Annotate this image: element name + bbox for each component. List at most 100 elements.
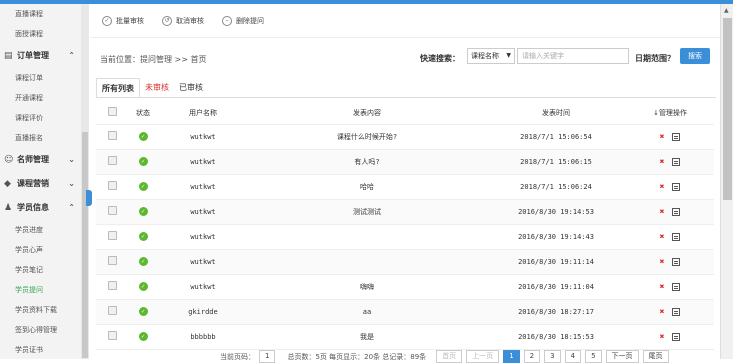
tab[interactable]: 已审核 [174,78,208,98]
table-row[interactable]: ✓ wutkwt 课程什么时候开始? 2018/7/1 15:06:54 ✖ [96,124,714,150]
users-icon: ☺ [4,155,14,165]
checkbox[interactable] [107,256,117,265]
delete-icon[interactable]: ✖ [660,157,665,166]
table-row[interactable]: ✓ wutkwt 哈哈 2018/7/1 15:06:24 ✖ [96,174,714,200]
sidebar-group[interactable]: ☺ 名师管理 ⌄ [0,148,81,172]
row-checkbox-cell[interactable] [96,149,128,175]
sidebar-item[interactable]: 课程订单 [0,68,81,88]
tab[interactable]: 未审核 [140,78,174,98]
search-input[interactable]: 请输入关键字 [517,48,629,64]
detail-icon[interactable] [672,233,681,241]
page-number-button[interactable]: 4 [564,350,582,363]
cancel-approve-button[interactable]: ↺ 取消审核 [162,15,204,26]
checkbox[interactable] [107,306,117,315]
select-all-checkbox[interactable] [96,102,128,125]
sidebar-group[interactable]: ♟ 学员信息 ⌃ [0,196,81,220]
table-row[interactable]: ✓ wutkwt 2016/8/30 19:14:43 ✖ [96,224,714,250]
detail-icon[interactable] [672,333,681,341]
checkbox[interactable] [107,131,117,140]
sidebar-group[interactable]: ▤ 订单管理 ⌃ [0,44,81,68]
detail-icon[interactable] [672,308,681,316]
sidebar-item[interactable]: 学员笔记 [0,260,81,280]
checkbox[interactable] [107,206,117,215]
page-scrollbar[interactable]: ▲ [720,4,733,359]
checkbox[interactable] [107,107,117,117]
sidebar-item[interactable]: 开通课程 [0,88,81,108]
tab[interactable]: 所有列表 [96,78,140,98]
main-content: ✓ 批量审核 ↺ 取消审核 – 删除提问 当前位置：提问管理 >> 首页 快速搜… [90,4,720,363]
row-checkbox-cell[interactable] [96,124,128,150]
sidebar-item[interactable]: 学员资料下载 [0,300,81,320]
search-button[interactable]: 搜索 [680,48,710,64]
row-checkbox-cell[interactable] [96,249,128,275]
page-number-button[interactable]: 3 [544,350,561,363]
delete-icon[interactable]: ✖ [660,282,665,291]
time-cell: 2018/7/1 15:06:24 [486,174,626,200]
row-checkbox-cell[interactable] [96,224,128,250]
status-cell: ✓ [128,149,158,175]
detail-icon[interactable] [672,133,681,141]
table-row[interactable]: ✓ gkirdde aa 2016/8/30 18:27:17 ✖ [96,299,714,325]
sidebar-item[interactable]: 直播报名 [0,128,81,148]
delete-question-label: 删除提问 [236,16,264,25]
page-number-button[interactable]: 1 [503,350,520,363]
table-row[interactable]: ✓ wutkwt 嗨嗨 2016/8/30 19:11:04 ✖ [96,274,714,300]
table-row[interactable]: ✓ wutkwt 有人吗? 2018/7/1 15:06:15 ✖ [96,149,714,175]
checkbox[interactable] [107,281,117,290]
sidebar-item[interactable]: 学员进度 [0,220,81,240]
chevron-up-icon: ⌃ [68,203,75,212]
page-number-button[interactable]: 5 [585,350,602,363]
prev-page-button[interactable]: 上一页 [466,350,500,363]
sidebar-item[interactable]: 直播课程 [0,4,81,24]
table-row[interactable]: ✓ bbbbbb 我是 2016/8/30 18:15:53 ✖ [96,324,714,350]
delete-icon[interactable]: ✖ [660,307,665,316]
delete-icon[interactable]: ✖ [660,132,665,141]
detail-icon[interactable] [672,158,681,166]
batch-approve-button[interactable]: ✓ 批量审核 [102,15,144,26]
table-row[interactable]: ✓ wutkwt 测试测试 2016/8/30 19:14:53 ✖ [96,199,714,225]
table-row[interactable]: ✓ wutkwt 2016/8/30 19:11:14 ✖ [96,249,714,275]
quick-search-label: 快速搜索： [420,54,460,63]
sidebar-item[interactable]: 面授课程 [0,24,81,44]
detail-icon[interactable] [672,258,681,266]
search-field-select[interactable]: 课程名称 ▼ [467,48,515,64]
scroll-up-icon[interactable]: ▲ [724,7,729,14]
sidebar-item[interactable]: 学员证书 [0,340,81,359]
sidebar-scroll-thumb[interactable] [82,132,88,358]
first-page-button[interactable]: 首页 [436,350,463,363]
row-checkbox-cell[interactable] [96,274,128,300]
sidebar-group[interactable]: ◆ 课程营销 ⌄ [0,172,81,196]
sidebar-item[interactable]: 课程评价 [0,108,81,128]
row-checkbox-cell[interactable] [96,299,128,325]
detail-icon[interactable] [672,283,681,291]
next-page-button[interactable]: 下一页 [605,350,639,363]
checkbox[interactable] [107,156,117,165]
last-page-button[interactable]: 尾页 [642,350,669,363]
delete-icon[interactable]: ✖ [660,182,665,191]
sidebar-item[interactable]: 签到心得管理 [0,320,81,340]
content-cell [248,249,486,275]
page-scroll-thumb[interactable] [723,18,732,200]
sidebar-scrollbar[interactable] [81,4,89,359]
row-checkbox-cell[interactable] [96,174,128,200]
content-cell [248,224,486,250]
checkbox[interactable] [107,181,117,190]
sidebar-item[interactable]: 学员心声 [0,240,81,260]
delete-icon[interactable]: ✖ [660,332,665,341]
row-checkbox-cell[interactable] [96,324,128,350]
checkbox[interactable] [107,331,117,340]
delete-icon[interactable]: ✖ [660,207,665,216]
delete-icon[interactable]: ✖ [660,232,665,241]
current-page-input[interactable]: 1 [259,350,276,363]
page-number-button[interactable]: 2 [523,350,541,363]
detail-icon[interactable] [672,183,681,191]
row-checkbox-cell[interactable] [96,199,128,225]
checkbox[interactable] [107,231,117,240]
detail-icon[interactable] [672,208,681,216]
approved-check-icon: ✓ [138,307,148,316]
delete-question-button[interactable]: – 删除提问 [222,15,264,26]
actions-cell: ✖ [626,324,714,350]
sidebar-item[interactable]: 学员提问 [0,280,81,300]
delete-icon[interactable]: ✖ [660,257,665,266]
sidebar: 直播课程 面授课程 ▤ 订单管理 ⌃ 课程订单 开通课程 课程评价 直播报名 ☺ 名师管理 ⌄ ◆ 课程营… [0,4,82,359]
